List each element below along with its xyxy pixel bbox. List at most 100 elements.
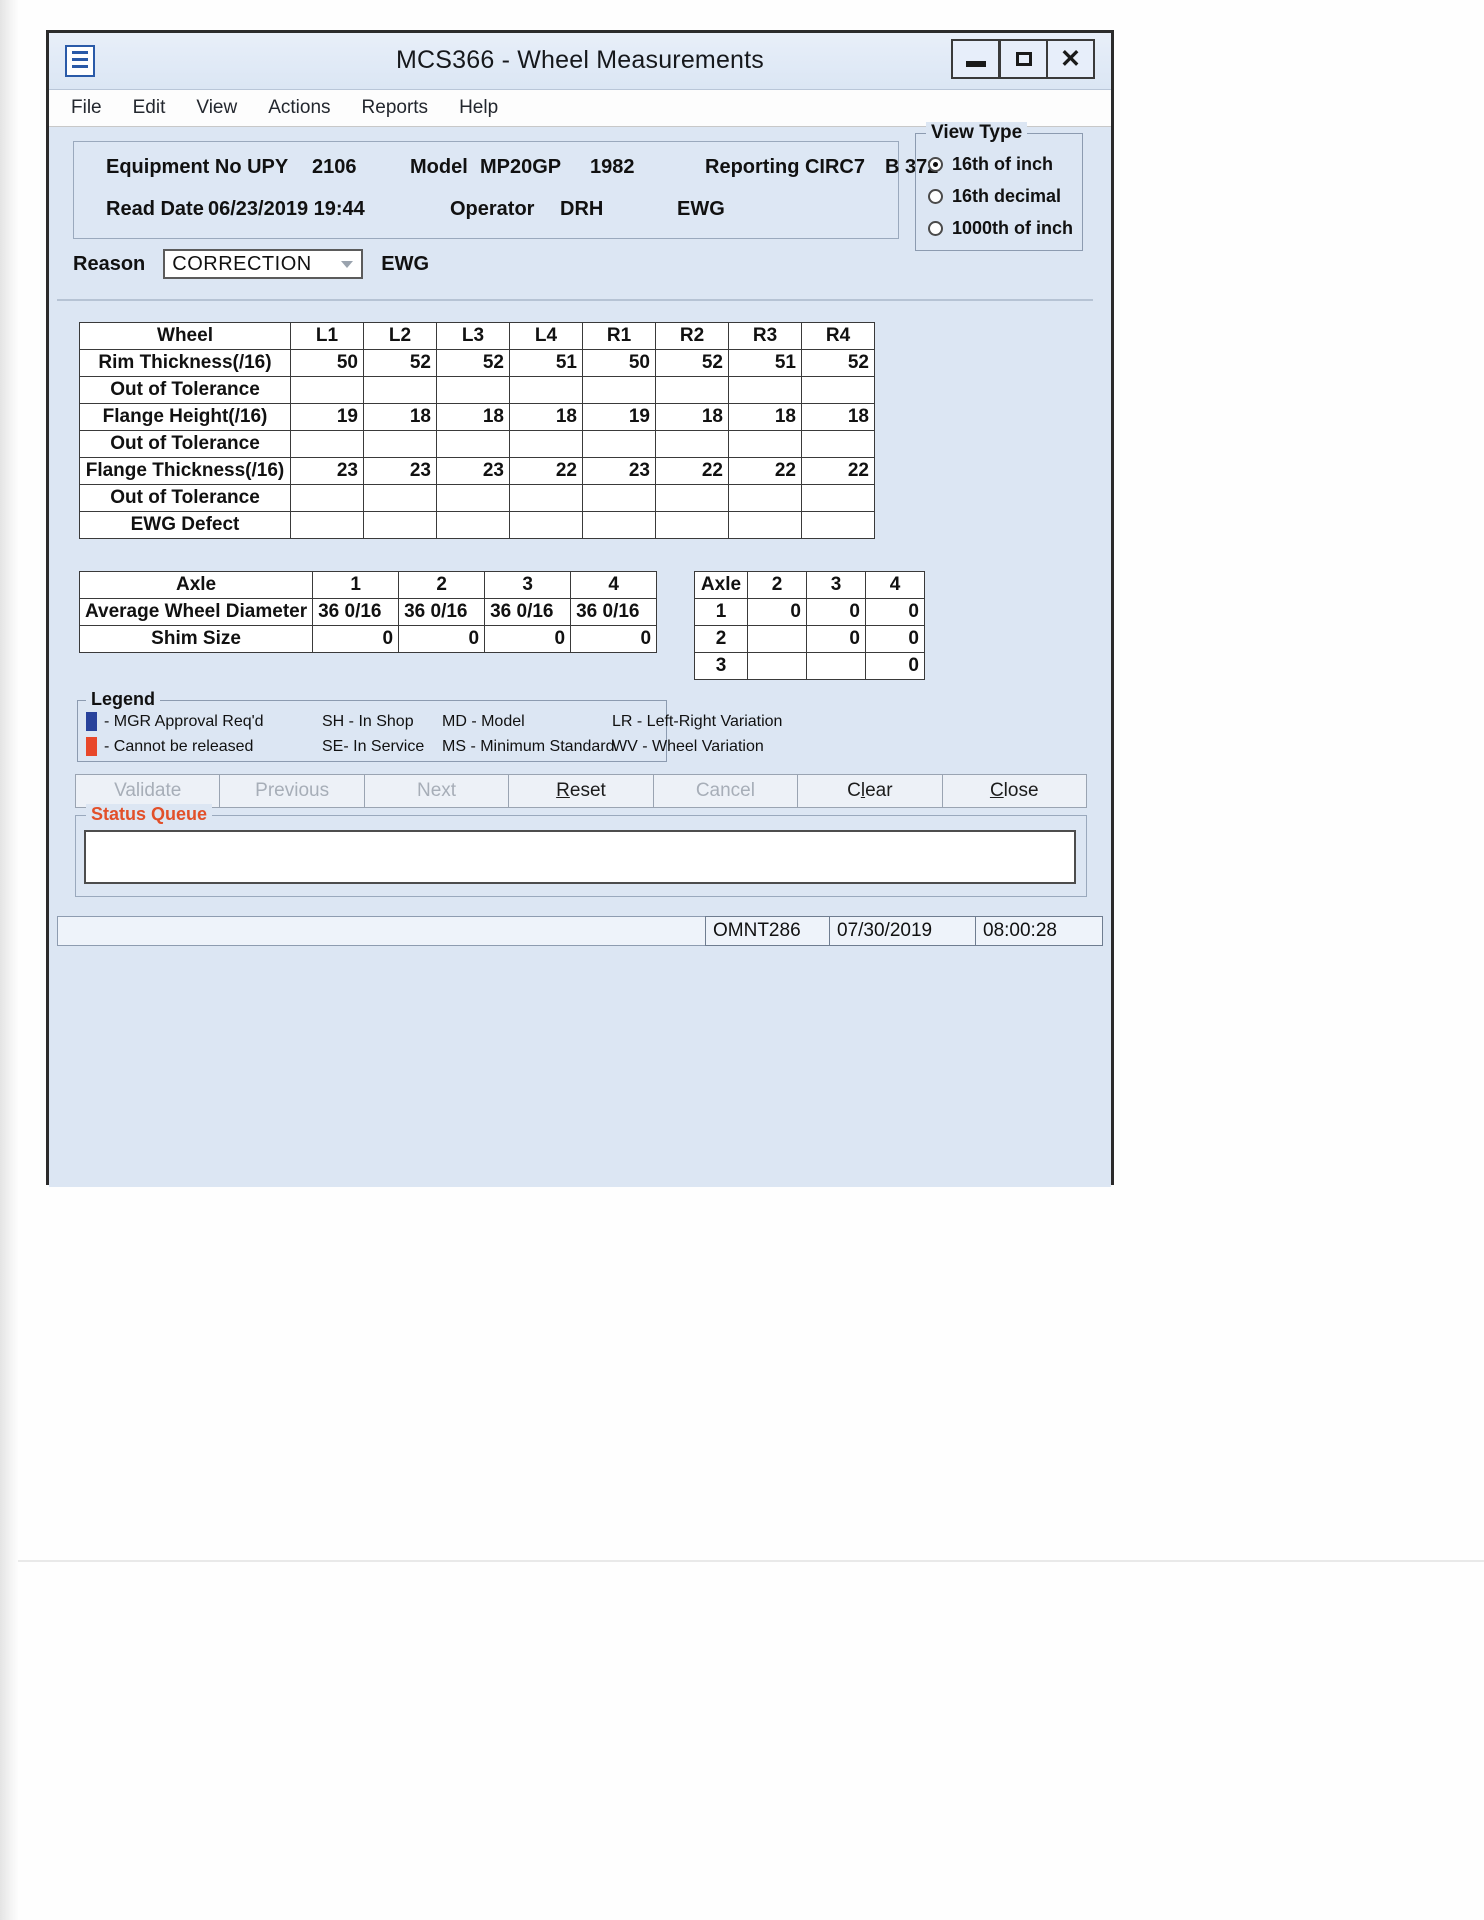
cell-value[interactable] (806, 652, 866, 680)
clear-button[interactable]: Clear (797, 774, 942, 808)
cell-value[interactable]: 18 (655, 403, 729, 431)
cell-value[interactable]: 18 (509, 403, 583, 431)
menu-item-file[interactable]: File (71, 97, 102, 119)
cell-value[interactable]: 52 (363, 349, 437, 377)
cell-value[interactable]: 19 (582, 403, 656, 431)
cell-value[interactable]: 36 0/16 (484, 598, 572, 626)
previous-button[interactable]: Previous (219, 774, 364, 808)
cell-value[interactable] (655, 430, 729, 458)
cell-value[interactable] (655, 484, 729, 512)
cell-value[interactable] (728, 511, 802, 539)
maximize-button[interactable] (999, 39, 1047, 79)
cell-value[interactable] (801, 511, 875, 539)
menu-item-view[interactable]: View (196, 97, 237, 119)
cell-value[interactable]: 0 (865, 625, 925, 653)
cell-value[interactable] (801, 430, 875, 458)
cell-value[interactable] (290, 376, 364, 404)
cell-value[interactable]: 18 (728, 403, 802, 431)
cell-value[interactable] (582, 511, 656, 539)
cell-value[interactable]: 0 (312, 625, 400, 653)
cell-value[interactable]: 0 (747, 598, 807, 626)
cell-value[interactable]: 22 (801, 457, 875, 485)
cell-value[interactable]: 22 (509, 457, 583, 485)
cell-value[interactable] (582, 376, 656, 404)
menu-item-edit[interactable]: Edit (133, 97, 166, 119)
cell-value[interactable] (728, 430, 802, 458)
operator-label: Operator (450, 198, 535, 220)
cell-value[interactable]: 0 (806, 625, 866, 653)
cell-value[interactable] (728, 376, 802, 404)
status-queue-textarea[interactable] (84, 830, 1076, 884)
cell-value[interactable]: 52 (655, 349, 729, 377)
cell-value[interactable] (363, 376, 437, 404)
cell-value[interactable] (436, 484, 510, 512)
cell-value[interactable]: 50 (290, 349, 364, 377)
cell-value[interactable] (582, 430, 656, 458)
cell-value[interactable] (363, 430, 437, 458)
cell-value[interactable] (436, 430, 510, 458)
cell-value[interactable] (655, 376, 729, 404)
cell-value[interactable] (363, 484, 437, 512)
cell-value[interactable]: 52 (436, 349, 510, 377)
cell-value[interactable]: 0 (398, 625, 486, 653)
cell-value[interactable] (290, 430, 364, 458)
reason-dropdown[interactable]: CORRECTION (163, 249, 364, 279)
close-button-action[interactable]: Close (941, 774, 1087, 808)
cell-value[interactable] (728, 484, 802, 512)
cell-value[interactable] (655, 511, 729, 539)
cell-value[interactable]: 0 (865, 652, 925, 680)
cell-value[interactable]: 23 (436, 457, 510, 485)
cell-value[interactable]: 36 0/16 (398, 598, 486, 626)
cell-value[interactable] (582, 484, 656, 512)
cell-value[interactable]: 52 (801, 349, 875, 377)
cell-value[interactable] (436, 376, 510, 404)
cell-value[interactable]: 36 0/16 (312, 598, 400, 626)
cell-value[interactable] (509, 511, 583, 539)
cell-value[interactable]: 18 (436, 403, 510, 431)
window-controls: ✕ (951, 39, 1095, 79)
cell-value[interactable]: 0 (570, 625, 658, 653)
cell-value[interactable]: 23 (582, 457, 656, 485)
cell-value[interactable]: 50 (582, 349, 656, 377)
cell-value[interactable]: 0 (806, 598, 866, 626)
view-type-option-16th-decimal[interactable]: 16th decimal (928, 186, 1061, 207)
cell-value[interactable]: 18 (801, 403, 875, 431)
cell-value[interactable]: 36 0/16 (570, 598, 658, 626)
cell-value[interactable]: 23 (363, 457, 437, 485)
application-window: MCS366 - Wheel Measurements ✕ File Edit … (46, 30, 1114, 1187)
cell-value[interactable] (363, 511, 437, 539)
validate-button[interactable]: Validate (75, 774, 220, 808)
next-button[interactable]: Next (363, 774, 509, 808)
cell-value[interactable]: 51 (509, 349, 583, 377)
cancel-button-label: Cancel (695, 780, 755, 801)
menu-item-reports[interactable]: Reports (362, 97, 429, 119)
cell-value[interactable]: 18 (363, 403, 437, 431)
cancel-button[interactable]: Cancel (652, 774, 798, 808)
cell-value[interactable] (509, 430, 583, 458)
cell-value[interactable]: 0 (865, 598, 925, 626)
cell-value[interactable]: 0 (484, 625, 572, 653)
cell-value[interactable] (509, 484, 583, 512)
menu-item-actions[interactable]: Actions (268, 97, 330, 119)
cell-value[interactable]: 23 (290, 457, 364, 485)
cell-value[interactable] (290, 511, 364, 539)
cell-value[interactable]: 19 (290, 403, 364, 431)
cell-value[interactable] (747, 625, 807, 653)
previous-button-label: Previous (255, 780, 330, 801)
cell-value[interactable] (290, 484, 364, 512)
close-button[interactable]: ✕ (1047, 39, 1095, 79)
cell-value[interactable]: 51 (728, 349, 802, 377)
minimize-button[interactable] (951, 39, 999, 79)
menu-item-help[interactable]: Help (459, 97, 498, 119)
reset-button[interactable]: Reset (508, 774, 653, 808)
cell-value[interactable] (509, 376, 583, 404)
cell-value[interactable] (801, 376, 875, 404)
view-type-option-16th-of-inch[interactable]: 16th of inch (928, 154, 1053, 175)
cell-value[interactable] (436, 511, 510, 539)
view-type-option-1000th-of-inch[interactable]: 1000th of inch (928, 218, 1073, 239)
reason-label: Reason (73, 252, 146, 275)
cell-value[interactable] (747, 652, 807, 680)
cell-value[interactable] (801, 484, 875, 512)
cell-value[interactable]: 22 (655, 457, 729, 485)
cell-value[interactable]: 22 (728, 457, 802, 485)
